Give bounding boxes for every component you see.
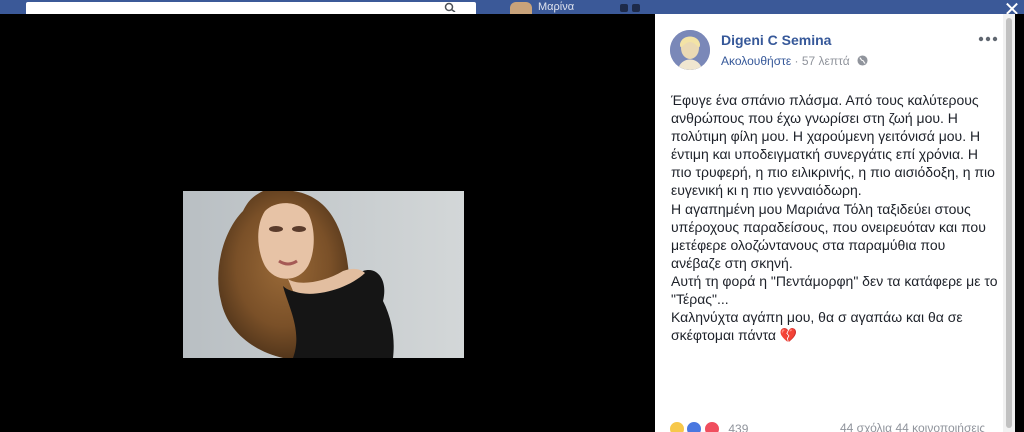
right-edge (1015, 14, 1024, 432)
scrollbar-thumb[interactable] (1006, 18, 1012, 428)
post-paragraph: Αυτή τη φορά η "Πεντάμορφη" δεν τα κατάφ… (671, 272, 998, 308)
like-reaction-icon (686, 420, 703, 432)
panel-scrollbar[interactable] (1003, 14, 1015, 432)
search-input[interactable] (26, 2, 476, 14)
follow-link[interactable]: Ακολουθήστε (721, 54, 791, 68)
user-name-link[interactable]: Μαρίνα (538, 1, 608, 13)
search-icon[interactable] (444, 2, 456, 12)
reaction-count[interactable]: 439 (728, 422, 748, 432)
shares-count-link[interactable]: 44 κοινοποιήσεις (895, 421, 985, 432)
post-timestamp[interactable]: 57 λεπτά (802, 54, 850, 68)
top-navigation-bar: Μαρίνα (0, 0, 1024, 14)
comments-count-link[interactable]: 44 σχόλια (840, 421, 892, 432)
engagement-stats: 44 σχόλια 44 κοινοποιήσεις (840, 421, 985, 432)
author-name-link[interactable]: Digeni C Semina (721, 32, 831, 48)
more-options-icon[interactable] (977, 32, 999, 46)
post-panel: Digeni C Semina Ακολουθήστε · 57 λεπτά Έ… (655, 14, 1003, 432)
post-paragraph: Έφυγε ένα σπάνιο πλάσμα. Από τους καλύτε… (671, 92, 995, 199)
post-photo[interactable] (183, 191, 464, 358)
user-avatar[interactable] (510, 2, 532, 14)
love-reaction-icon (703, 420, 720, 432)
sad-reaction-icon (669, 420, 685, 432)
meta-separator: · (791, 54, 802, 68)
portrait-image (183, 191, 464, 358)
post-paragraph: Καληνύχτα αγάπη μου, θα σ αγαπάω και θα … (671, 309, 963, 344)
author-avatar[interactable] (670, 30, 710, 70)
nav-icons[interactable] (620, 4, 646, 12)
post-paragraph: Η αγαπημένη μου Μαριάνα Τόλη ταξιδεύει σ… (671, 200, 986, 271)
reaction-summary[interactable]: 439 (669, 420, 748, 432)
post-text: Έφυγε ένα σπάνιο πλάσμα. Από τους καλύτε… (671, 91, 999, 344)
globe-icon (857, 55, 868, 66)
post-meta: Ακολουθήστε · 57 λεπτά (721, 54, 868, 68)
